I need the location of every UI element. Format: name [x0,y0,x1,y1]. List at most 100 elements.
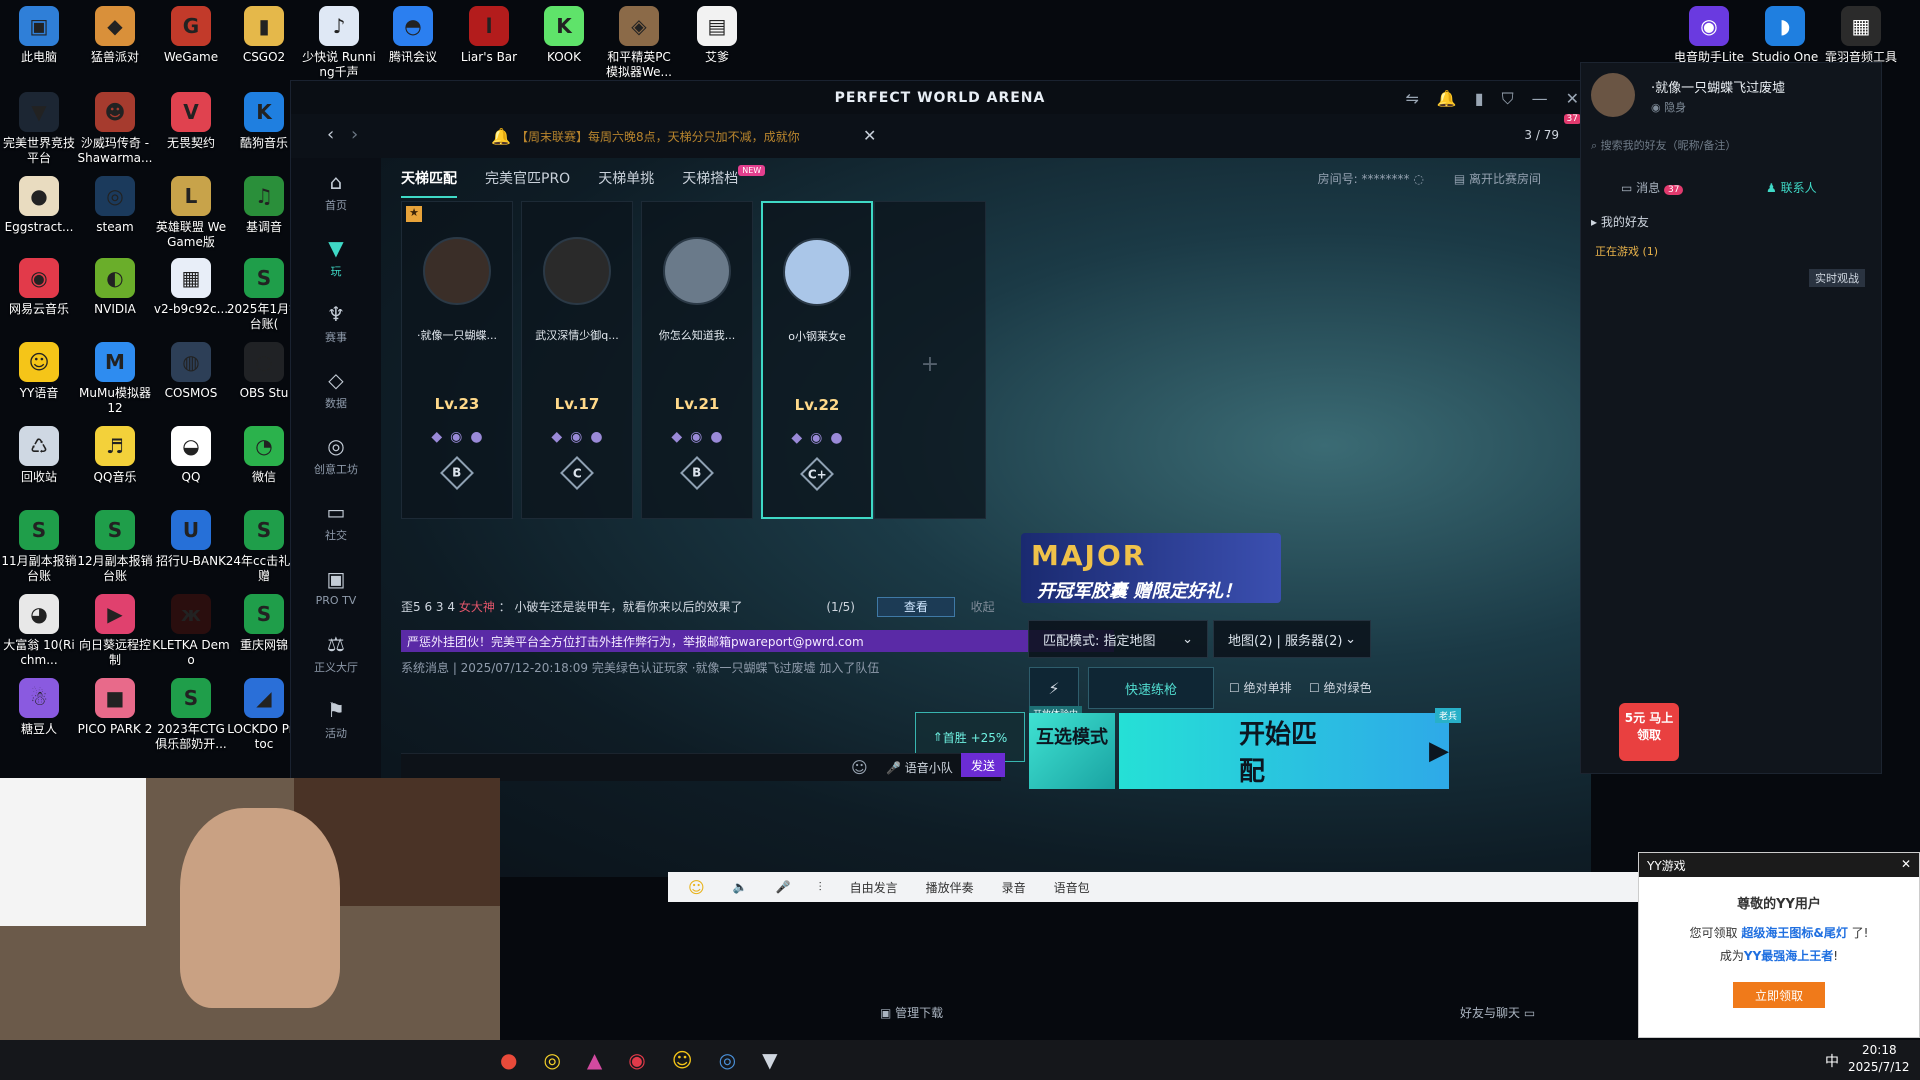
view-button[interactable]: 查看 [876,597,955,617]
sidebar-item[interactable]: ▼ 玩 [291,224,381,290]
send-button[interactable]: 发送 [961,753,1005,777]
sidebar-item[interactable]: ▭ 社交 [291,488,381,554]
desktop-icon[interactable]: S 12月副本报销台账 [76,510,154,584]
yy-toolbar-item[interactable]: 语音包 [1054,879,1090,896]
taskbar-app-icon[interactable]: ◎ [719,1048,736,1072]
promo-5yuan[interactable]: 5元 马上领取 [1619,703,1679,761]
desktop-icon[interactable]: ◎ steam [76,176,154,235]
desktop-icon[interactable]: ◗ Studio One [1746,6,1824,65]
friend-group[interactable]: ▸ 我的好友 [1591,213,1861,230]
desktop-icon[interactable]: ▣ 此电脑 [0,6,78,65]
desktop-icon[interactable]: ♬ QQ音乐 [76,426,154,485]
taskbar-app-icon[interactable]: ◉ [628,1048,645,1072]
tab[interactable]: 天梯匹配 [401,168,457,198]
desktop-icon[interactable]: l Liar's Bar [450,6,528,65]
major-ad-banner[interactable]: MAJOR 开冠军胶囊 赠限定好礼！ [1021,533,1281,603]
desktop-icon[interactable]: ◉ 网易云音乐 [0,258,78,317]
tab-messages[interactable]: ▭ 消息 37 [1621,179,1684,196]
medal-icon[interactable]: ● [830,430,842,446]
leave-room-button[interactable]: ▤ 离开比赛房间 [1454,170,1541,187]
taskbar-app-icon[interactable]: ▲ [587,1048,602,1072]
forward-icon[interactable]: › [351,124,358,145]
quick-practice-button[interactable]: 快速练枪 [1088,667,1214,709]
manage-download[interactable]: ▣ 管理下载 [880,1004,943,1021]
medal-icon[interactable]: ◉ [690,429,702,445]
notice-text[interactable]: 【周末联赛】每周六晚8点，天梯分只加不减，成就你 [516,128,800,145]
desktop-icon[interactable]: ♪ 少快说 Running千声 [300,6,378,80]
sidebar-item[interactable]: ⚑ 活动 [291,686,381,752]
shield-icon[interactable]: ⛉ [1502,89,1514,109]
player-avatar[interactable] [783,238,851,306]
solo-checkbox[interactable]: ☐ 绝对单排 [1229,679,1292,696]
medal-icon[interactable]: ◆ [791,430,802,446]
match-mode-select[interactable]: 匹配模式: 指定地图 ⌄ [1028,620,1208,658]
taskbar-app-icon[interactable]: ▼ [762,1048,777,1072]
yy-toolbar-item[interactable]: 自由发言 [850,879,898,896]
signal-icon[interactable]: ▮ [1475,89,1484,109]
medal-icon[interactable]: ◉ [450,429,462,445]
desktop-icon[interactable]: K KOOK [525,6,603,65]
desktop-icon[interactable]: ■ PICO PARK 2 [76,678,154,737]
emoji-icon[interactable]: ☺ [851,758,868,777]
medal-icon[interactable]: ◆ [551,429,562,445]
desktop-icon[interactable]: ▤ 艾爹 [678,6,756,65]
voice-team[interactable]: 🎤 语音小队 [886,759,953,776]
desktop-icon[interactable]: G WeGame [152,6,230,65]
desktop-icon[interactable]: ◕ 大富翁 10(Richm... [0,594,78,668]
medal-icon[interactable]: ● [590,429,602,445]
desktop-icon[interactable]: ☻ 沙威玛传奇 - Shawarma... [76,92,154,166]
desktop-icon[interactable]: ♺ 回收站 [0,426,78,485]
desktop-icon[interactable]: ◍ COSMOS [152,342,230,401]
tab[interactable]: 天梯搭档NEW [682,165,766,188]
player-name[interactable]: 你怎么知道我... [642,327,752,343]
close-icon[interactable]: ✕ [1566,89,1579,109]
player-card[interactable]: o小钢莱女e Lv.22 ◆ ◉ ● C+ [761,201,873,519]
taskbar-app-icon[interactable]: ☺ [672,1048,693,1072]
player-avatar[interactable] [543,237,611,305]
bell-icon[interactable]: 🔔 [1437,89,1457,109]
green-checkbox[interactable]: ☐ 绝对绿色 [1309,679,1372,696]
sidebar-item[interactable]: ▣ PRO TV [291,554,381,620]
lightning-button[interactable]: ⚡ [1029,667,1079,709]
yy-toolbar-item[interactable]: 播放伴奏 [926,879,974,896]
sidebar-item[interactable]: ⌂ 首页 [291,158,381,224]
desktop-icon[interactable]: ◈ 和平精英PC 模拟器We... [600,6,678,80]
player-card[interactable]: ★ ·就像一只蝴蝶... Lv.23 ◆ ◉ ● B [401,201,513,519]
desktop-icon[interactable]: ▼ 完美世界竞技平台 [0,92,78,166]
watch-button[interactable]: 实时观战 [1809,269,1865,287]
desktop-icon[interactable]: ▶ 向日葵远程控制 [76,594,154,668]
desktop-icon[interactable]: ● Eggstract... [0,176,78,235]
player-name[interactable]: 武汉深情少御q... [522,327,632,343]
desktop-icon[interactable]: ◓ 腾讯会议 [374,6,452,65]
desktop-icon[interactable]: S 2023年CTG俱乐部奶开... [152,678,230,752]
claim-button[interactable]: 立即领取 [1733,982,1825,1008]
taskbar-app-icon[interactable]: ◎ [543,1048,560,1072]
desktop-icon[interactable]: ▦ v2-b9c92c... [152,258,230,317]
medal-icon[interactable]: ◉ [810,430,822,446]
minimize-icon[interactable]: — [1532,89,1548,109]
player-avatar[interactable] [423,237,491,305]
desktop-icon[interactable]: ж KLETKA Demo [152,594,230,668]
desktop-icon[interactable]: L 英雄联盟 WeGame版 [152,176,230,250]
user-status[interactable]: ◉ 隐身 [1651,99,1686,115]
tab[interactable]: 完美官匹PRO [485,168,570,188]
mic-icon[interactable]: 🎤 [776,880,791,894]
medal-icon[interactable]: ◆ [671,429,682,445]
yy-logo-icon[interactable]: ☺ [688,878,705,897]
medal-icon[interactable]: ◉ [570,429,582,445]
desktop-icon[interactable]: S 11月副本报销台账 [0,510,78,584]
medal-icon[interactable]: ● [470,429,482,445]
notice-close-icon[interactable]: ✕ [863,126,876,145]
start-match-button[interactable]: 开始匹配 ▶ [1119,713,1449,789]
friends-chat[interactable]: 好友与聊天 ▭ [1460,1004,1535,1021]
player-card[interactable]: 武汉深情少御q... Lv.17 ◆ ◉ ● C [521,201,633,519]
player-avatar[interactable] [663,237,731,305]
desktop-icon[interactable]: ☺ YY语音 [0,342,78,401]
close-icon[interactable]: ✕ [1901,857,1911,871]
swap-icon[interactable]: ⇋ [1405,89,1418,109]
desktop-icon[interactable]: ▮ CSGO2 [225,6,303,65]
desktop-icon[interactable]: ☃ 糖豆人 [0,678,78,737]
desktop-icon[interactable]: ◐ NVIDIA [76,258,154,317]
avatar[interactable] [1591,73,1635,117]
collapse-link[interactable]: 收起 [971,600,995,614]
